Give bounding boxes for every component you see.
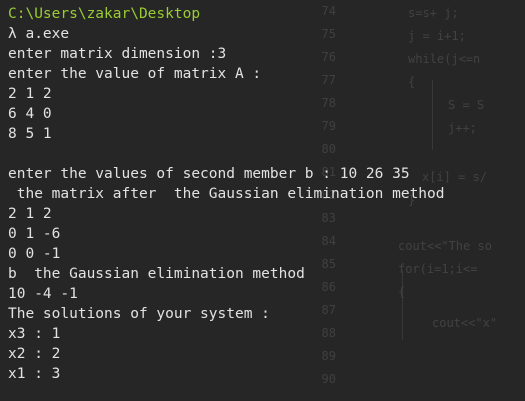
output-line: 0 0 -1 (8, 246, 61, 262)
terminal-window[interactable]: 74 75 76 77 78 79 80 81 82 83 84 85 86 8… (0, 0, 525, 401)
output-line: 2 1 2 (8, 206, 52, 222)
code-fragment: S = S (448, 98, 485, 112)
code-fragment: j++; (448, 121, 477, 135)
output-line: x3 : 1 (8, 326, 61, 342)
output-line: 2 1 2 (8, 86, 52, 102)
output-line: enter matrix dimension :3 (8, 46, 227, 62)
output-line: enter the values of second member b : 10… (8, 166, 410, 182)
terminal-output: C:\Users\zakar\Desktop λ a.exe enter mat… (8, 4, 445, 384)
output-line: 10 -4 -1 (8, 286, 78, 302)
output-line: x2 : 2 (8, 346, 61, 362)
output-line: 6 4 0 (8, 106, 52, 122)
output-line: the matrix after the Gaussian eliminatio… (8, 186, 445, 202)
output-line: enter the value of matrix A : (8, 66, 262, 82)
output-line: b the Gaussian elimination method (8, 266, 305, 282)
prompt-path: C:\Users\zakar\Desktop (8, 6, 201, 22)
prompt-command: λ a.exe (8, 26, 70, 42)
output-line: 0 1 -6 (8, 226, 61, 242)
output-line: The solutions of your system : (8, 306, 270, 322)
output-line: 8 5 1 (8, 126, 52, 142)
output-line: x1 : 3 (8, 366, 61, 382)
